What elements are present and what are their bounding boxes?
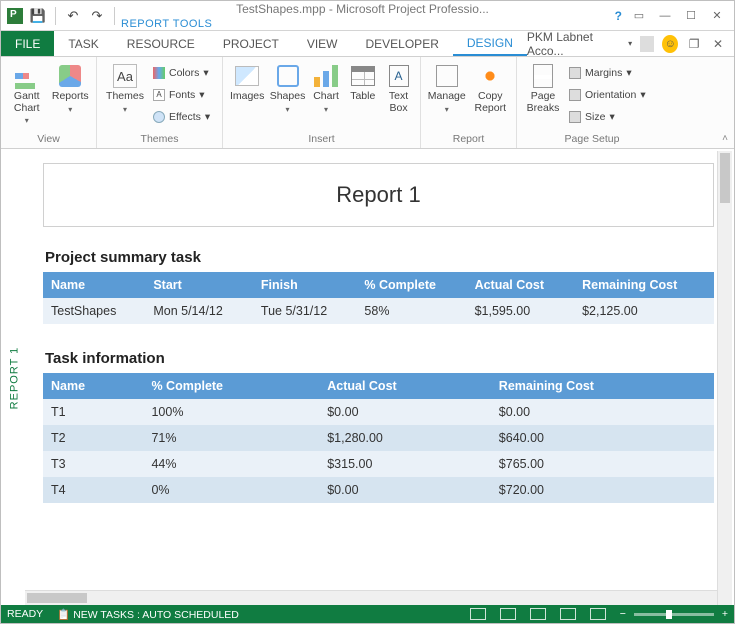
images-button[interactable]: Images [229, 61, 265, 103]
margins-button[interactable]: Margins▾ [567, 63, 648, 83]
view-shortcut-4[interactable] [560, 608, 576, 620]
minimize-button[interactable]: — [656, 7, 674, 25]
tab-view[interactable]: VIEW [293, 31, 352, 56]
avatar-icon[interactable] [640, 36, 654, 52]
tab-design[interactable]: DESIGN [453, 31, 527, 56]
col-start: Start [145, 272, 253, 298]
save-icon[interactable]: 💾 [29, 7, 47, 25]
undo-button[interactable]: ↶ [64, 7, 82, 25]
status-ready: READY [7, 608, 43, 620]
orientation-button[interactable]: Orientation▾ [567, 85, 648, 105]
vertical-scrollbar[interactable] [717, 151, 732, 605]
size-button[interactable]: Size▾ [567, 107, 648, 127]
manage-button[interactable]: Manage▾ [427, 61, 467, 114]
window-title: TestShapes.mpp - Microsoft Project Profe… [117, 2, 615, 30]
app-icon [7, 8, 23, 24]
table-row: T40%$0.00$720.00 [43, 477, 714, 503]
ribbon-tabs: FILE TASK RESOURCE PROJECT VIEW DEVELOPE… [1, 31, 734, 57]
account-menu[interactable]: PKM Labnet Acco... [527, 30, 620, 58]
zoom-slider[interactable]: − + [620, 608, 728, 620]
horizontal-scrollbar[interactable] [25, 590, 717, 605]
ribbon-display-options[interactable]: ▭ [630, 7, 648, 25]
title-bar: 💾 ↶ ↷ TestShapes.mpp - Microsoft Project… [1, 1, 734, 31]
help-button[interactable]: ? [615, 9, 622, 23]
reports-button[interactable]: Reports▾ [51, 61, 91, 114]
shapes-button[interactable]: Shapes▾ [269, 61, 305, 114]
tasks-table[interactable]: Name % Complete Actual Cost Remaining Co… [43, 373, 714, 503]
maximize-button[interactable]: ☐ [682, 7, 700, 25]
close-button[interactable]: ✕ [708, 7, 726, 25]
table-button[interactable]: Table [346, 61, 379, 103]
report-title[interactable]: Report 1 [43, 163, 714, 227]
collapse-ribbon-button[interactable]: ˄ [722, 133, 728, 144]
group-label-insert: Insert [223, 131, 420, 148]
group-label-report: Report [421, 131, 516, 148]
view-shortcut-3[interactable] [530, 608, 546, 620]
feedback-icon[interactable]: ☺ [662, 35, 678, 53]
view-shortcut-2[interactable] [500, 608, 516, 620]
tab-developer[interactable]: DEVELOPER [352, 31, 453, 56]
tab-resource[interactable]: RESOURCE [113, 31, 209, 56]
copy-report-button[interactable]: Copy Report [471, 61, 511, 114]
table-row: T344%$315.00$765.00 [43, 451, 714, 477]
col-name: Name [43, 272, 145, 298]
tasks-heading: Task information [45, 350, 714, 367]
group-label-pagesetup: Page Setup [517, 131, 667, 148]
contextual-tab-label: REPORT TOOLS [117, 16, 615, 30]
file-tab[interactable]: FILE [1, 31, 54, 56]
colors-button[interactable]: Colors▾ [151, 63, 212, 83]
close-mdi-button[interactable]: ✕ [710, 35, 726, 53]
group-label-view: View [1, 131, 96, 148]
zoom-out-button[interactable]: − [620, 608, 626, 620]
view-side-tab[interactable]: REPORT 1 [3, 151, 25, 605]
zoom-in-button[interactable]: + [722, 608, 728, 620]
col-actual: Actual Cost [467, 272, 575, 298]
report-canvas[interactable]: Report 1 Project summary task Name Start… [25, 151, 732, 605]
col-remain: Remaining Cost [574, 272, 714, 298]
status-newtasks[interactable]: 📋 NEW TASKS : AUTO SCHEDULED [57, 608, 239, 621]
table-row: T271%$1,280.00$640.00 [43, 425, 714, 451]
table-row: T1100%$0.00$0.00 [43, 399, 714, 425]
col-pct: % Complete [356, 272, 466, 298]
summary-heading: Project summary task [45, 249, 714, 266]
tab-task[interactable]: TASK [54, 31, 112, 56]
gantt-chart-button[interactable]: Gantt Chart▾ [7, 61, 47, 125]
view-shortcut-5[interactable] [590, 608, 606, 620]
effects-button[interactable]: Effects▾ [151, 107, 212, 127]
redo-button[interactable]: ↷ [88, 7, 106, 25]
summary-table[interactable]: Name Start Finish % Complete Actual Cost… [43, 272, 714, 324]
themes-button[interactable]: Aa Themes▾ [103, 61, 147, 114]
group-label-themes: Themes [97, 131, 222, 148]
ribbon: Gantt Chart▾ Reports▾ View Aa Themes▾ Co… [1, 57, 734, 149]
col-finish: Finish [253, 272, 357, 298]
table-row: TestShapes Mon 5/14/12 Tue 5/31/12 58% $… [43, 298, 714, 324]
restore-mdi-button[interactable]: ❐ [686, 35, 702, 53]
page-breaks-button[interactable]: Page Breaks [523, 61, 563, 114]
view-shortcut-1[interactable] [470, 608, 486, 620]
textbox-button[interactable]: AText Box [383, 61, 414, 114]
chart-button[interactable]: Chart▾ [310, 61, 343, 114]
fonts-button[interactable]: AFonts▾ [151, 85, 212, 105]
tab-project[interactable]: PROJECT [209, 31, 293, 56]
status-bar: READY 📋 NEW TASKS : AUTO SCHEDULED − + [1, 605, 734, 623]
